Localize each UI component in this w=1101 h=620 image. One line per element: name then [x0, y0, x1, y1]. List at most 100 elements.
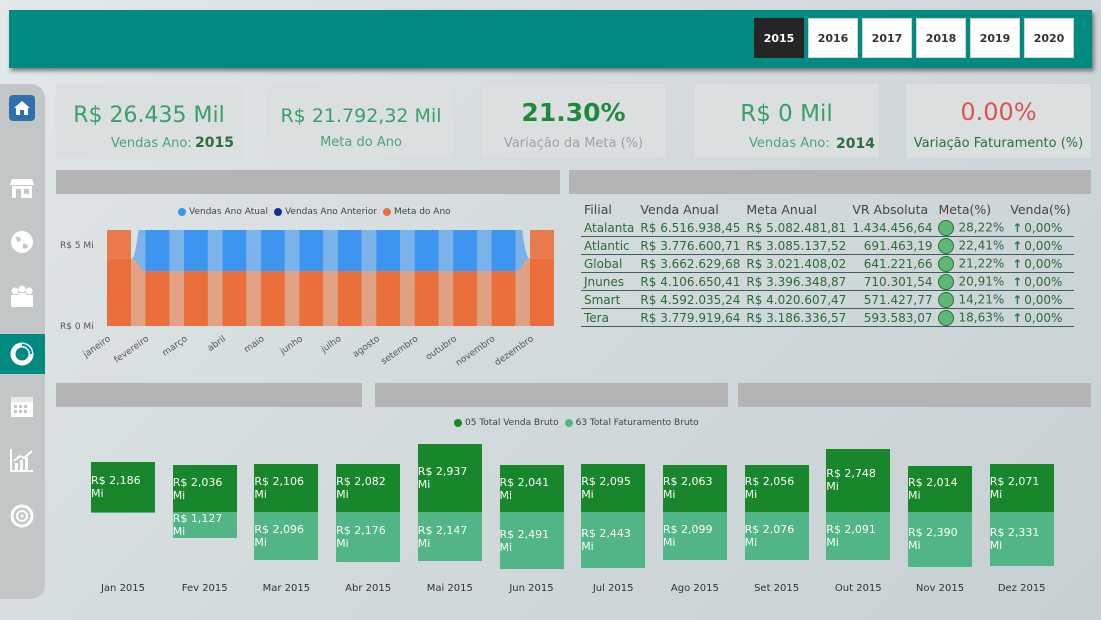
- meta-segment[interactable]: [222, 271, 247, 326]
- faturamento-bar[interactable]: R$ 2,491 Mi: [499, 512, 564, 570]
- table-row: Global R$ 3.662.629,68 R$ 3.021.408,02 641.…: [581, 254, 1074, 273]
- venda-bar[interactable]: R$ 2,186 Mi: [91, 461, 155, 512]
- vendas-segment[interactable]: [260, 230, 285, 272]
- venda-bar[interactable]: R$ 2,748 Mi: [826, 448, 891, 512]
- cell-text: Atlantic: [584, 238, 630, 253]
- year-button-2016[interactable]: 2016: [808, 18, 858, 58]
- meta-segment[interactable]: [453, 271, 478, 326]
- vendas-ribbon: [207, 230, 223, 272]
- target-icon[interactable]: [8, 502, 36, 530]
- meta-segment[interactable]: [107, 258, 131, 326]
- column-header[interactable]: Meta Anual: [743, 199, 849, 219]
- store-icon[interactable]: [8, 174, 36, 202]
- faturamento-bar[interactable]: R$ 2,076 Mi: [744, 512, 809, 560]
- table-cell: 20,91%: [935, 272, 1008, 291]
- vendas-ribbon: [169, 230, 184, 272]
- year-button-2019[interactable]: 2019: [970, 18, 1020, 58]
- venda-bar[interactable]: R$ 2,056 Mi: [744, 464, 809, 512]
- faturamento-bar[interactable]: R$ 1,127 Mi: [172, 511, 237, 538]
- meta-segment[interactable]: [491, 271, 516, 326]
- globe-icon[interactable]: [8, 228, 36, 256]
- column-header[interactable]: Venda(%): [1007, 199, 1073, 219]
- faturamento-bar[interactable]: R$ 2,176 Mi: [336, 512, 401, 563]
- kpi-vendas-ano-anterior: R$ 0 Mil Vendas Ano: 2014: [694, 84, 879, 158]
- bar-value-label: R$ 2,071 Mi: [989, 475, 1040, 502]
- vendas-segment[interactable]: [145, 230, 170, 272]
- meta-segment[interactable]: [299, 271, 324, 326]
- status-circle-icon: [938, 309, 955, 326]
- vendas-segment[interactable]: [299, 230, 324, 272]
- vendas-segment[interactable]: [491, 230, 516, 272]
- column-header[interactable]: VR Absoluta: [849, 199, 935, 219]
- x-tick-label: outubro: [424, 334, 459, 363]
- meta-ribbon: [323, 271, 338, 326]
- venda-bar[interactable]: R$ 2,095 Mi: [581, 463, 646, 512]
- chart-icon[interactable]: [8, 446, 36, 474]
- x-tick-label: abril: [206, 334, 228, 354]
- meta-segment[interactable]: [414, 271, 439, 326]
- vendas-segment[interactable]: [414, 230, 439, 272]
- year-button-2018[interactable]: 2018: [916, 18, 966, 58]
- legend-label: Vendas Ano Atual: [189, 207, 268, 217]
- table-cell: 28,22%: [935, 219, 1008, 237]
- faturamento-bar[interactable]: R$ 2,390 Mi: [908, 512, 972, 567]
- arrow-up-icon: ↑: [1012, 220, 1023, 235]
- cell-text: 20,91%: [958, 274, 1005, 288]
- kpi-year: 2014: [836, 136, 875, 152]
- venda-bar[interactable]: R$ 2,063 Mi: [662, 464, 727, 512]
- vendas-ribbon: [284, 230, 300, 272]
- faturamento-bar[interactable]: R$ 2,091 Mi: [826, 512, 891, 561]
- people-icon[interactable]: [8, 282, 36, 310]
- bar-value-label: R$ 1,127 Mi: [172, 511, 223, 538]
- meta-ribbon: [361, 271, 377, 326]
- meta-segment[interactable]: [530, 258, 554, 326]
- column-header[interactable]: Venda Anual: [637, 199, 743, 219]
- table-cell: 1.434.456,64: [849, 219, 936, 237]
- faturamento-bar[interactable]: [91, 512, 155, 513]
- vendas-segment[interactable]: [337, 230, 362, 272]
- faturamento-bar[interactable]: R$ 2,443 Mi: [581, 512, 646, 569]
- home-icon[interactable]: [8, 94, 36, 122]
- x-tick-label: julho: [319, 334, 344, 356]
- vendas-segment[interactable]: [183, 230, 208, 272]
- donut-icon[interactable]: [8, 340, 36, 368]
- column-header[interactable]: Filial: [581, 199, 637, 219]
- cell-text: R$ 3.779.919,64: [640, 310, 741, 325]
- meta-segment[interactable]: [260, 271, 285, 326]
- year-button-2017[interactable]: 2017: [862, 18, 912, 58]
- venda-bar[interactable]: R$ 2,937 Mi: [417, 444, 482, 512]
- kpi-label: Vendas Ano:: [111, 136, 192, 151]
- venda-bar[interactable]: R$ 2,041 Mi: [499, 465, 564, 512]
- faturamento-bar[interactable]: R$ 2,099 Mi: [662, 512, 727, 561]
- venda-bar[interactable]: R$ 2,071 Mi: [989, 464, 1054, 512]
- status-circle-icon: [938, 291, 955, 308]
- venda-bar[interactable]: R$ 2,014 Mi: [908, 465, 972, 512]
- vendas-segment[interactable]: [222, 230, 247, 272]
- meta-segment[interactable]: [530, 230, 554, 259]
- vendas-segment[interactable]: [453, 230, 478, 272]
- venda-bar[interactable]: R$ 2,082 Mi: [336, 464, 401, 512]
- vendas-segment[interactable]: [376, 230, 401, 272]
- faturamento-bar[interactable]: R$ 2,331 Mi: [989, 512, 1054, 566]
- faturamento-bar[interactable]: R$ 2,147 Mi: [417, 512, 482, 562]
- bar-value-label: R$ 2,063 Mi: [662, 475, 713, 502]
- x-tick-label: dezembro: [493, 334, 536, 368]
- cell-text: Tera: [584, 310, 609, 325]
- calendar-icon[interactable]: [8, 392, 36, 420]
- y-tick-label: R$ 5 Mi: [60, 241, 94, 251]
- meta-segment[interactable]: [337, 271, 362, 326]
- venda-bar[interactable]: R$ 2,106 Mi: [254, 463, 319, 512]
- table-cell: R$ 3.776.600,71: [637, 236, 744, 255]
- column-header[interactable]: Meta(%): [935, 199, 1007, 219]
- x-axis-label: Mai 2015: [426, 583, 473, 594]
- meta-segment[interactable]: [145, 271, 170, 326]
- venda-bar[interactable]: R$ 2,036 Mi: [172, 465, 237, 512]
- faturamento-bar[interactable]: R$ 2,096 Mi: [254, 512, 319, 561]
- year-button-2015[interactable]: 2015: [754, 18, 804, 58]
- year-button-2020[interactable]: 2020: [1024, 18, 1074, 58]
- meta-segment[interactable]: [183, 271, 208, 326]
- x-axis-label: Jan 2015: [100, 583, 146, 594]
- meta-segment[interactable]: [376, 271, 401, 326]
- table-cell: Smart: [581, 290, 638, 309]
- meta-segment[interactable]: [107, 230, 131, 259]
